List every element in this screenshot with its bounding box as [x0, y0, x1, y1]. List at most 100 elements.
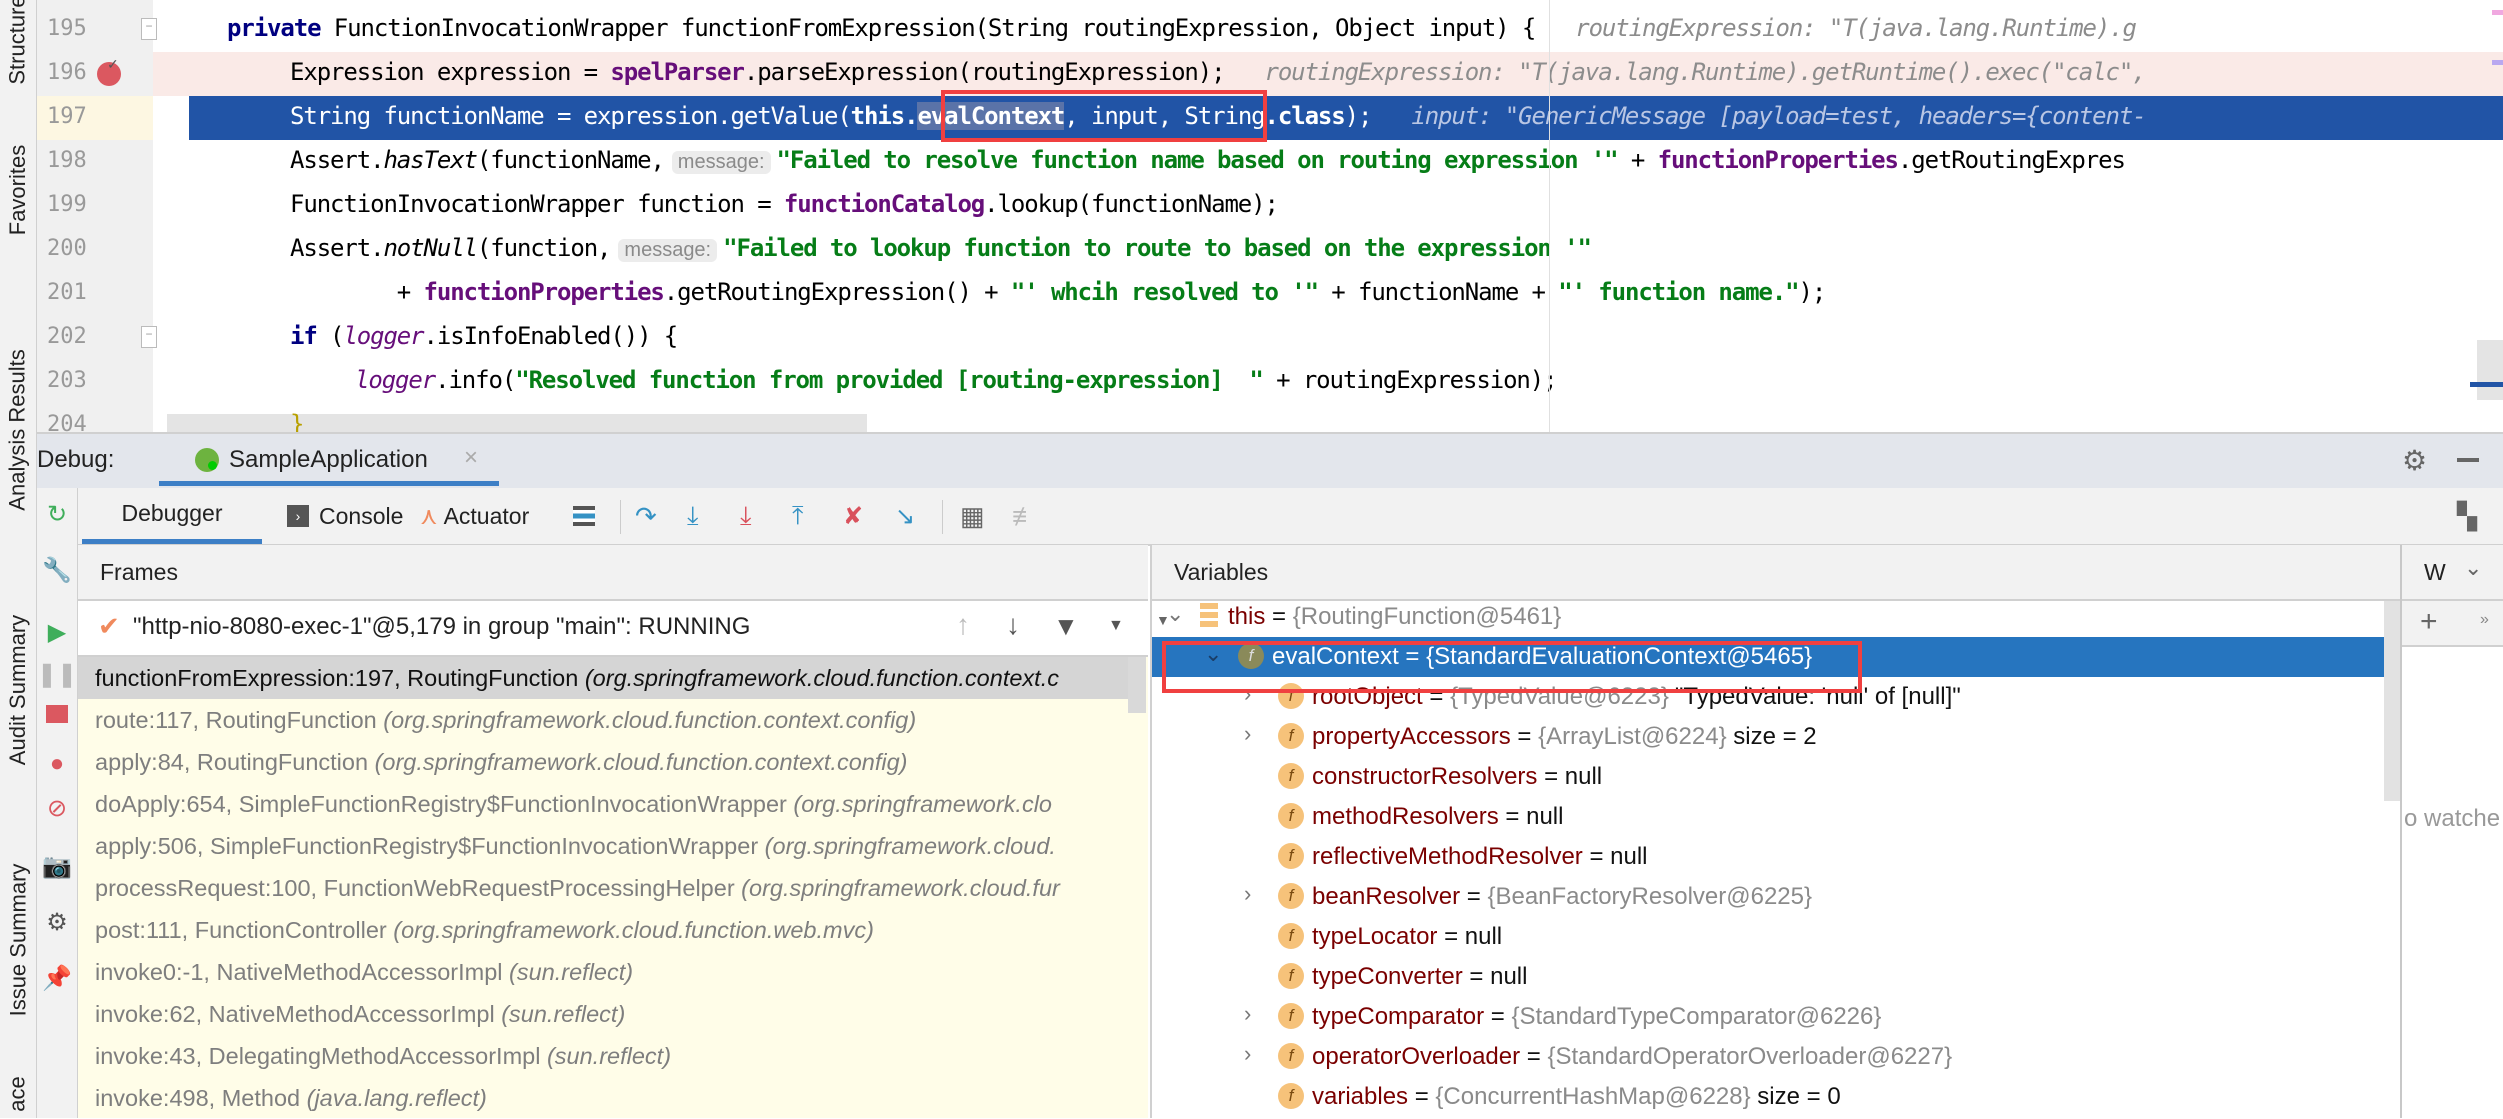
view-breakpoints-button[interactable]: ●: [43, 750, 71, 778]
variable-row[interactable]: f methodResolvers = null: [1278, 797, 1563, 837]
field-icon: f: [1278, 1002, 1304, 1029]
code-line-196-breakpoint[interactable]: 196 ✓ Expression expression = spelParser…: [37, 52, 2503, 96]
pin-tab-button[interactable]: 📌: [42, 964, 72, 992]
pause-button[interactable]: ❚❚: [37, 660, 77, 688]
code-line-199[interactable]: 199 FunctionInvocationWrapper function =…: [37, 184, 2503, 228]
variable-row[interactable]: f typeComparator = {StandardTypeComparato…: [1278, 997, 1881, 1037]
frames-scrollbar[interactable]: [1128, 657, 1146, 713]
frame-item[interactable]: apply:84, RoutingFunction (org.springfra…: [78, 741, 1145, 783]
step-over-icon: ↷: [635, 500, 657, 531]
horizontal-scrollbar[interactable]: [167, 414, 867, 432]
chevron-right-icon[interactable]: ›: [1244, 881, 1251, 907]
variable-row[interactable]: f operatorOverloader = {StandardOperatorO…: [1278, 1037, 1952, 1077]
drop-frame-button[interactable]: ✘: [843, 488, 863, 544]
side-tab-issue-summary[interactable]: Issue Summary: [0, 820, 36, 1060]
filter-icon[interactable]: ▼: [1053, 611, 1079, 642]
code-line-203[interactable]: 203 logger.info("Resolved function from …: [37, 360, 2503, 404]
step-over-button[interactable]: ↷: [635, 488, 657, 544]
get-thread-dump-button[interactable]: 📷: [42, 852, 72, 880]
variable-value: null: [1610, 843, 1648, 870]
more-actions-icon[interactable]: »: [2480, 611, 2489, 629]
tab-actuator[interactable]: ⋏ Actuator: [420, 488, 529, 544]
frame-item[interactable]: functionFromExpression:197, RoutingFunct…: [78, 657, 1145, 699]
layout-settings-button[interactable]: ▚: [2457, 488, 2477, 544]
variable-row[interactable]: f typeLocator = null: [1278, 917, 1502, 957]
frame-item[interactable]: post:111, FunctionController (org.spring…: [78, 909, 1145, 951]
variables-collapse-arrow-icon[interactable]: ▼: [1156, 612, 1170, 628]
frame-item[interactable]: invoke:498, Method (java.lang.reflect): [78, 1077, 1145, 1119]
chevron-right-icon[interactable]: ›: [1244, 1001, 1251, 1027]
next-frame-arrow-icon[interactable]: ↓: [1006, 609, 1020, 641]
frame-method: apply:506, SimpleFunctionRegistry$Functi…: [95, 833, 765, 859]
evaluate-expression-button[interactable]: ▦: [960, 488, 985, 544]
watches-title: W: [2424, 559, 2446, 585]
close-icon[interactable]: ×: [464, 444, 478, 472]
frame-item[interactable]: processRequest:100, FunctionWebRequestPr…: [78, 867, 1145, 909]
frame-item[interactable]: apply:506, SimpleFunctionRegistry$Functi…: [78, 825, 1145, 867]
chevron-right-icon[interactable]: ›: [1244, 721, 1251, 747]
watches-panel: W ⌄ + » o watche: [2400, 545, 2503, 1118]
rerun-button[interactable]: ↻: [43, 500, 71, 528]
code-line-197-current[interactable]: 197 String functionName = expression.get…: [37, 90, 2503, 142]
resume-button[interactable]: ▶: [43, 618, 71, 646]
side-tab-audit-summary[interactable]: Audit Summary: [0, 570, 36, 810]
tab-debugger[interactable]: Debugger: [82, 488, 262, 544]
frame-method: invoke:498, Method: [95, 1085, 307, 1111]
code-line-202[interactable]: 202 − if (logger.isInfoEnabled()) {: [37, 316, 2503, 360]
variable-row[interactable]: f reflectiveMethodResolver = null: [1278, 837, 1648, 877]
frame-item[interactable]: invoke:62, NativeMethodAccessorImpl (sun…: [78, 993, 1145, 1035]
frame-item[interactable]: invoke0:-1, NativeMethodAccessorImpl (su…: [78, 951, 1145, 993]
side-tab-trace[interactable]: ace: [0, 1070, 36, 1118]
mute-breakpoints-button[interactable]: ⊘: [43, 794, 71, 822]
thread-selector[interactable]: ✔ "http-nio-8080-exec-1"@5,179 in group …: [78, 601, 1148, 657]
session-tab-sample-application[interactable]: SampleApplication ×: [159, 434, 499, 486]
fold-icon[interactable]: −: [141, 326, 157, 348]
step-out-button[interactable]: ⤒: [792, 488, 804, 544]
force-step-into-button[interactable]: ⤓: [740, 488, 752, 544]
code-line-200[interactable]: 200 Assert.notNull(function, message: "Fai…: [37, 228, 2503, 272]
inline-debug-value: routingExpression: "T(java.lang.Runtime)…: [1264, 58, 2146, 86]
frame-item[interactable]: route:117, RoutingFunction (org.springfr…: [78, 699, 1145, 741]
dropdown-arrow-icon[interactable]: ▼: [1108, 617, 1124, 635]
chevron-down-icon[interactable]: ⌄: [2464, 555, 2482, 581]
trace-stream-button[interactable]: ≢: [1012, 488, 1038, 544]
side-tab-structure[interactable]: Structure: [0, 0, 36, 85]
chevron-right-icon[interactable]: ›: [1244, 1041, 1251, 1067]
debug-settings-button[interactable]: ⚙: [43, 908, 71, 936]
breakpoint-icon[interactable]: ✓: [97, 56, 121, 86]
step-into-button[interactable]: ⤓: [687, 488, 699, 544]
side-tab-favorites[interactable]: Favorites: [0, 90, 36, 290]
frame-package: (org.springframework.cloud.function.cont…: [383, 707, 917, 733]
side-tab-analysis-results[interactable]: Analysis Results: [0, 300, 36, 560]
variable-row[interactable]: f beanResolver = {BeanFactoryResolver@622…: [1278, 877, 1812, 917]
variable-row[interactable]: f typeConverter = null: [1278, 957, 1527, 997]
tab-label: Console: [319, 502, 404, 529]
toolbar-separator: [620, 500, 621, 534]
gear-icon[interactable]: ⚙: [2402, 444, 2427, 477]
method-name: hasText: [383, 146, 478, 174]
settings-wrench-button[interactable]: 🔧: [42, 556, 72, 584]
variable-row[interactable]: f constructorResolvers = null: [1278, 757, 1602, 797]
code-line-201[interactable]: 201 + functionProperties.getRoutingExpre…: [37, 272, 2503, 316]
variable-row[interactable]: this = {RoutingFunction@5461}: [1200, 601, 1561, 637]
code-line-198[interactable]: 198 Assert.hasText(functionName, message:…: [37, 140, 2503, 184]
tab-console[interactable]: › Console: [287, 488, 403, 544]
previous-frame-arrow-icon[interactable]: ↑: [956, 609, 970, 641]
show-execution-point-button[interactable]: [573, 488, 595, 544]
variable-row[interactable]: f variables = {ConcurrentHashMap@6228} si…: [1278, 1077, 1841, 1117]
stop-button[interactable]: [43, 700, 71, 728]
code-editor[interactable]: 195 − private FunctionInvocationWrapper …: [37, 0, 2503, 432]
code-line-204[interactable]: 204 }: [37, 404, 2503, 432]
editor-scrollbar[interactable]: [2477, 340, 2503, 400]
add-watch-icon[interactable]: +: [2420, 605, 2438, 639]
variable-row[interactable]: f propertyAccessors = {ArrayList@6224} si…: [1278, 717, 1817, 757]
fold-icon[interactable]: −: [141, 18, 157, 40]
minimize-icon[interactable]: [2457, 458, 2479, 462]
frame-item[interactable]: doApply:654, SimpleFunctionRegistry$Func…: [78, 783, 1145, 825]
parameter-hint: message:: [671, 151, 771, 174]
code-text: .: [904, 102, 918, 130]
frame-item[interactable]: invoke:43, DelegatingMethodAccessorImpl …: [78, 1035, 1145, 1077]
run-to-cursor-button[interactable]: ↘: [895, 488, 915, 544]
code-line-195[interactable]: 195 − private FunctionInvocationWrapper …: [37, 8, 2503, 52]
this-keyword: this: [850, 102, 906, 130]
